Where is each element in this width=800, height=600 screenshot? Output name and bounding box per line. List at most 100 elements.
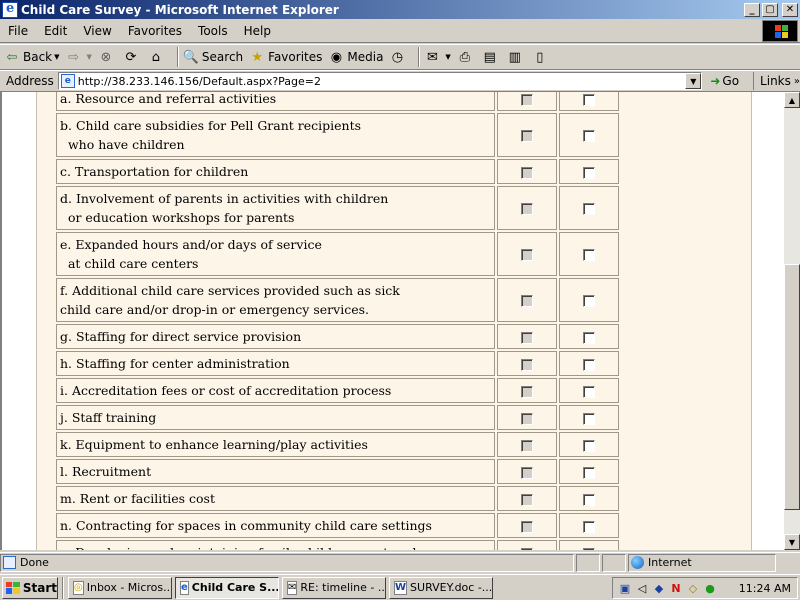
checkbox-column-1[interactable] — [521, 493, 533, 506]
checkbox-column-2[interactable] — [583, 520, 595, 533]
checkbox-cell — [559, 540, 619, 550]
close-button[interactable]: ✕ — [782, 2, 798, 17]
checkbox-column-1[interactable] — [521, 295, 533, 307]
checkbox-column-1[interactable] — [521, 520, 533, 533]
history-button[interactable]: ◷ — [389, 49, 408, 65]
menu-view[interactable]: View — [75, 24, 119, 38]
menu-help[interactable]: Help — [236, 24, 279, 38]
search-button[interactable]: 🔍 Search — [183, 49, 243, 65]
checkbox-column-1[interactable] — [521, 249, 533, 261]
task-survey-doc[interactable]: W SURVEY.doc -... — [389, 576, 493, 599]
stop-button[interactable]: ⊗ — [98, 49, 117, 65]
task-re-timeline[interactable]: ✉ RE: timeline - ... — [282, 576, 386, 599]
media-button[interactable]: ◉ Media — [328, 49, 384, 65]
tray-green-icon[interactable]: ● — [702, 580, 718, 596]
checkbox-column-1[interactable] — [521, 358, 533, 371]
checkbox-column-2[interactable] — [583, 331, 595, 344]
menu-tools[interactable]: Tools — [190, 24, 236, 38]
checkbox-column-1[interactable] — [521, 203, 533, 215]
checkbox-cell — [559, 113, 619, 157]
tray-volume-icon[interactable]: ◁ — [634, 580, 650, 596]
checkbox-column-1[interactable] — [521, 130, 533, 142]
checkbox-column-2[interactable] — [583, 412, 595, 425]
address-url[interactable]: http://38.233.146.156/Default.aspx?Page=… — [78, 75, 321, 88]
tray-shield-icon[interactable]: ◆ — [651, 580, 667, 596]
edit-button[interactable]: ▤ — [482, 49, 501, 65]
maximize-button[interactable]: ▢ — [762, 2, 778, 17]
refresh-button[interactable]: ⟳ — [123, 49, 142, 65]
task-label: SURVEY.doc -... — [410, 581, 493, 594]
table-row: c. Transportation for children — [56, 159, 619, 184]
home-button[interactable]: ⌂ — [148, 49, 167, 65]
checkbox-column-2[interactable] — [583, 130, 595, 142]
checkbox-cell — [497, 405, 557, 430]
forward-dropdown-icon[interactable]: ▼ — [87, 53, 92, 61]
checkbox-column-2[interactable] — [583, 439, 595, 452]
address-input[interactable]: e http://38.233.146.156/Default.aspx?Pag… — [57, 72, 703, 90]
system-tray: ▣ ◁ ◆ N ◇ ● 11:24 AM — [612, 577, 798, 599]
checkbox-column-1[interactable] — [521, 331, 533, 344]
checkbox-column-2[interactable] — [583, 385, 595, 398]
scroll-up-icon[interactable]: ▲ — [784, 92, 800, 108]
checkbox-column-2[interactable] — [583, 547, 595, 550]
go-label: Go — [722, 74, 740, 88]
refresh-icon: ⟳ — [125, 49, 137, 65]
discuss-button[interactable]: ▥ — [507, 49, 526, 65]
menu-edit[interactable]: Edit — [36, 24, 75, 38]
mail-button[interactable]: ✉ ▼ — [424, 49, 451, 65]
windows-flag-icon — [6, 581, 20, 594]
checkbox-column-1[interactable] — [521, 93, 533, 106]
links-chevron-icon[interactable]: » — [794, 76, 800, 87]
checkbox-column-1[interactable] — [521, 166, 533, 179]
checkbox-cell — [497, 486, 557, 511]
address-dropdown-icon[interactable]: ▼ — [685, 73, 702, 89]
checkbox-cell — [497, 378, 557, 403]
go-button[interactable]: ➜ Go — [710, 74, 739, 88]
tray-arrow-icon[interactable]: ◇ — [685, 580, 701, 596]
survey-question: n. Contracting for spaces in community c… — [56, 513, 495, 538]
back-arrow-icon: ⇦ — [6, 49, 18, 65]
checkbox-column-2[interactable] — [583, 93, 595, 106]
vertical-scrollbar[interactable]: ▲ ▼ — [784, 92, 800, 550]
stop-icon: ⊗ — [100, 49, 112, 65]
task-inbox[interactable]: ◎ Inbox - Micros... — [68, 576, 172, 599]
scroll-thumb[interactable] — [784, 264, 800, 510]
checkbox-column-2[interactable] — [583, 295, 595, 307]
messenger-button[interactable]: ▯ — [532, 49, 551, 65]
menu-favorites[interactable]: Favorites — [120, 24, 190, 38]
checkbox-column-1[interactable] — [521, 466, 533, 479]
checkbox-cell — [559, 159, 619, 184]
minimize-button[interactable]: _ — [744, 2, 760, 17]
checkbox-column-1[interactable] — [521, 412, 533, 425]
checkbox-column-1[interactable] — [521, 547, 533, 550]
checkbox-column-2[interactable] — [583, 493, 595, 506]
checkbox-column-2[interactable] — [583, 249, 595, 261]
back-button[interactable]: ⇦ Back ▼ — [4, 49, 60, 65]
links-button[interactable]: Links — [753, 72, 791, 90]
checkbox-column-1[interactable] — [521, 439, 533, 452]
checkbox-cell — [559, 92, 619, 111]
checkbox-column-2[interactable] — [583, 358, 595, 371]
word-icon: W — [394, 580, 408, 595]
back-dropdown-icon[interactable]: ▼ — [54, 53, 59, 61]
table-row: o. Developing and maintaining family chi… — [56, 540, 619, 550]
tray-norton-icon[interactable]: N — [668, 580, 684, 596]
menu-file[interactable]: File — [0, 24, 36, 38]
checkbox-column-1[interactable] — [521, 385, 533, 398]
checkbox-cell — [497, 351, 557, 376]
favorites-icon: ★ — [251, 49, 263, 65]
favorites-button[interactable]: ★ Favorites — [249, 49, 322, 65]
start-button[interactable]: Start — [2, 576, 58, 599]
tray-network-icon[interactable]: ▣ — [617, 580, 633, 596]
checkbox-column-2[interactable] — [583, 166, 595, 179]
checkbox-column-2[interactable] — [583, 203, 595, 215]
mail-dropdown-icon[interactable]: ▼ — [445, 53, 450, 61]
forward-button[interactable]: ⇨ ▼ — [66, 49, 92, 65]
task-child-care-survey[interactable]: e Child Care S... — [175, 576, 279, 599]
history-icon: ◷ — [391, 49, 404, 65]
scroll-down-icon[interactable]: ▼ — [784, 534, 800, 550]
print-button[interactable]: ⎙ — [457, 49, 476, 65]
checkbox-column-2[interactable] — [583, 466, 595, 479]
ie-icon — [2, 1, 18, 18]
checkbox-cell — [559, 351, 619, 376]
